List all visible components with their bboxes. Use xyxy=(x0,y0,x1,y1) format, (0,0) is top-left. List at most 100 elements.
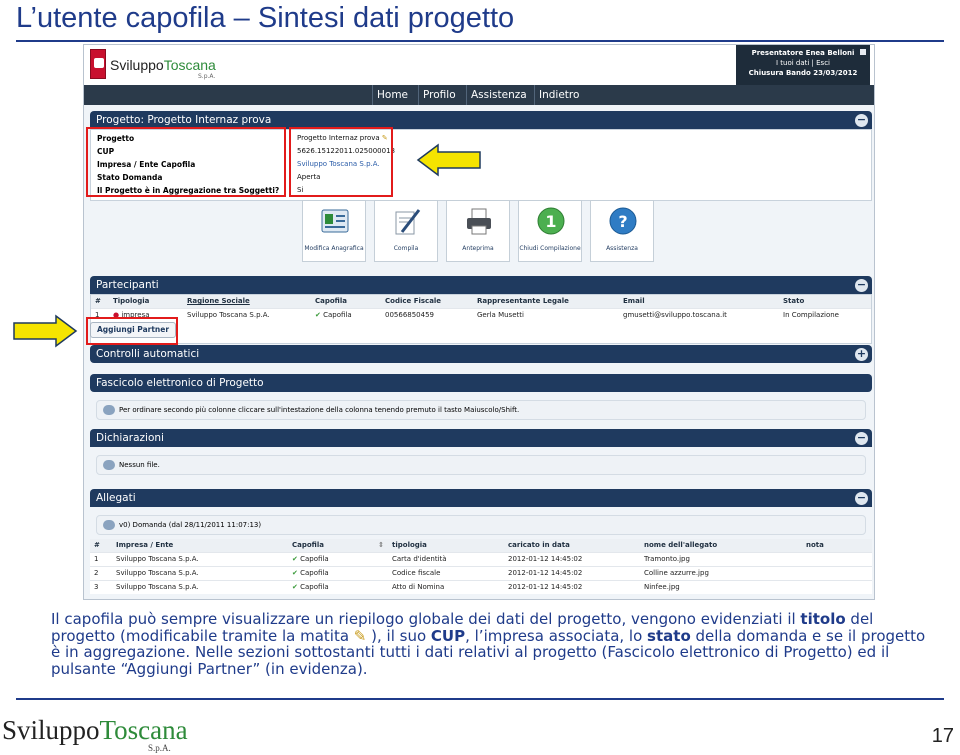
partecipanti-title: Partecipanti xyxy=(96,279,159,291)
column-header[interactable]: Stato xyxy=(779,295,871,308)
cell[interactable]: Sviluppo Toscana S.p.A. xyxy=(112,565,288,580)
tile-label: Compila xyxy=(393,245,419,252)
check-icon: ✔ xyxy=(292,583,298,592)
cell: 1 xyxy=(90,551,112,566)
allegati-body: v0) Domanda (dal 28/11/2011 11:07:13) # … xyxy=(90,507,872,599)
column-header[interactable]: Capofila xyxy=(311,295,381,308)
app-header: SviluppoToscana S.p.A. Presentatore Enea… xyxy=(84,45,874,85)
cell: Sviluppo Toscana S.p.A. xyxy=(183,307,311,322)
id-card-icon xyxy=(321,209,349,233)
title-rule xyxy=(16,40,944,42)
tile-label: Chiudi Compilazione xyxy=(519,245,581,252)
column-header[interactable]: tipologia xyxy=(388,539,504,552)
help-icon: ? xyxy=(609,207,637,235)
collapse-icon[interactable]: − xyxy=(855,432,868,445)
column-header[interactable]: caricato in data xyxy=(504,539,640,552)
tile-modifica-anagrafica[interactable]: Modifica Anagrafica xyxy=(302,200,366,262)
controlli-header[interactable]: Controlli automatici + xyxy=(90,345,872,363)
cell: ✔ Capofila xyxy=(288,565,388,580)
svg-text:1: 1 xyxy=(545,212,556,231)
highlight-labels xyxy=(86,127,286,197)
nav-indietro[interactable]: Indietro xyxy=(534,85,583,105)
collapse-icon[interactable]: − xyxy=(855,279,868,292)
allegati-table-wrap: # Impresa / Ente Capofila ⇕ tipologia ca… xyxy=(90,539,872,594)
tile-assistenza[interactable]: ? Assistenza xyxy=(590,200,654,262)
nav-profilo[interactable]: Profilo xyxy=(418,85,460,105)
cell: ✔ Capofila xyxy=(288,579,388,594)
cell[interactable]: Sviluppo Toscana S.p.A. xyxy=(112,579,288,594)
printer-icon xyxy=(467,208,491,235)
status-link[interactable]: In Compilazione xyxy=(779,307,871,322)
app-logo-text: SviluppoToscana xyxy=(110,57,216,73)
dichiarazioni-header: Dichiarazioni − xyxy=(90,429,872,447)
allegati-title: Allegati xyxy=(96,492,136,504)
pen-paper-icon xyxy=(395,209,421,235)
cell xyxy=(802,565,872,580)
svg-text:?: ? xyxy=(618,212,627,231)
app-logo[interactable]: SviluppoToscana S.p.A. xyxy=(90,49,225,81)
tile-anteprima[interactable]: Anteprima xyxy=(446,200,510,262)
dichiarazioni-info: Nessun file. xyxy=(96,455,866,475)
window-square-icon xyxy=(860,49,866,55)
yellow-arrow-right-icon xyxy=(13,314,78,348)
cell xyxy=(802,579,872,594)
table-row[interactable]: 1 Sviluppo Toscana S.p.A. ✔ Capofila Car… xyxy=(90,551,872,566)
fascicolo-header: Fascicolo elettronico di Progetto xyxy=(90,374,872,392)
controlli-title: Controlli automatici xyxy=(96,348,200,360)
table-row[interactable]: 1 ● impresa Sviluppo Toscana S.p.A. ✔ Ca… xyxy=(91,307,871,322)
footer-logo: SviluppoToscana xyxy=(2,715,188,745)
column-header[interactable]: Rappresentante Legale xyxy=(473,295,619,308)
cell: 2012-01-12 14:45:02 xyxy=(504,579,640,594)
table-header-row: # Impresa / Ente Capofila ⇕ tipologia ca… xyxy=(90,539,872,552)
pencil-icon: ✎ xyxy=(353,626,367,645)
tile-compila[interactable]: Compila xyxy=(374,200,438,262)
cell: 2 xyxy=(90,565,112,580)
column-header[interactable]: Ragione Sociale xyxy=(183,295,311,308)
column-header[interactable]: nota xyxy=(802,539,872,552)
app-logo-spa: S.p.A. xyxy=(198,73,216,80)
partecipanti-body: # Tipologia Ragione Sociale Capofila Cod… xyxy=(90,294,872,344)
cell: Codice fiscale xyxy=(388,565,504,580)
user-box: Presentatore Enea Belloni I tuoi dati | … xyxy=(736,45,870,85)
nav-assistenza[interactable]: Assistenza xyxy=(466,85,531,105)
column-header[interactable]: nome dell'allegato xyxy=(640,539,802,552)
collapse-icon[interactable]: − xyxy=(855,114,868,127)
user-links[interactable]: I tuoi dati | Esci xyxy=(740,58,866,68)
file-link[interactable]: Ninfee.jpg xyxy=(640,579,802,594)
number-one-icon: 1 xyxy=(537,207,565,235)
cell: Carta d'identità xyxy=(388,551,504,566)
sort-icon[interactable]: ⇕ xyxy=(378,541,384,549)
check-icon: ✔ xyxy=(315,311,321,320)
column-header[interactable]: Capofila ⇕ xyxy=(288,539,388,552)
bottom-rule xyxy=(16,698,944,700)
cell: ✔ Capofila xyxy=(311,307,381,322)
cell: 3 xyxy=(90,579,112,594)
column-header[interactable]: Codice Fiscale xyxy=(381,295,473,308)
cell: ✔ Capofila xyxy=(288,551,388,566)
table-row[interactable]: 3 Sviluppo Toscana S.p.A. ✔ Capofila Att… xyxy=(90,579,872,594)
column-header[interactable]: Email xyxy=(619,295,779,308)
column-header[interactable]: # xyxy=(90,539,112,552)
column-header[interactable]: Impresa / Ente xyxy=(112,539,288,552)
collapse-icon[interactable]: − xyxy=(855,492,868,505)
deadline: Chiusura Bando 23/03/2012 xyxy=(748,69,858,77)
speech-bubble-icon xyxy=(103,460,115,470)
tile-label: Modifica Anagrafica xyxy=(304,245,364,252)
column-header[interactable]: # xyxy=(91,295,109,308)
email-link[interactable]: gmusetti@sviluppo.toscana.it xyxy=(619,307,779,322)
file-link[interactable]: Colline azzurre.jpg xyxy=(640,565,802,580)
table-row[interactable]: 2 Sviluppo Toscana S.p.A. ✔ Capofila Cod… xyxy=(90,565,872,580)
speech-bubble-icon xyxy=(103,520,115,530)
expand-icon[interactable]: + xyxy=(855,348,868,361)
partecipanti-header: Partecipanti − xyxy=(90,276,872,294)
summary-title: Progetto: Progetto Internaz prova xyxy=(96,114,272,126)
allegati-header: Allegati − xyxy=(90,489,872,507)
file-link[interactable]: Tramonto.jpg xyxy=(640,551,802,566)
tile-chiudi-compilazione[interactable]: 1 Chiudi Compilazione xyxy=(518,200,582,262)
cell[interactable]: Sviluppo Toscana S.p.A. xyxy=(112,551,288,566)
nav-home[interactable]: Home xyxy=(372,85,412,105)
speech-bubble-icon xyxy=(103,405,115,415)
highlight-values xyxy=(289,127,393,197)
table-header-row: # Tipologia Ragione Sociale Capofila Cod… xyxy=(91,295,871,308)
column-header[interactable]: Tipologia xyxy=(109,295,183,308)
